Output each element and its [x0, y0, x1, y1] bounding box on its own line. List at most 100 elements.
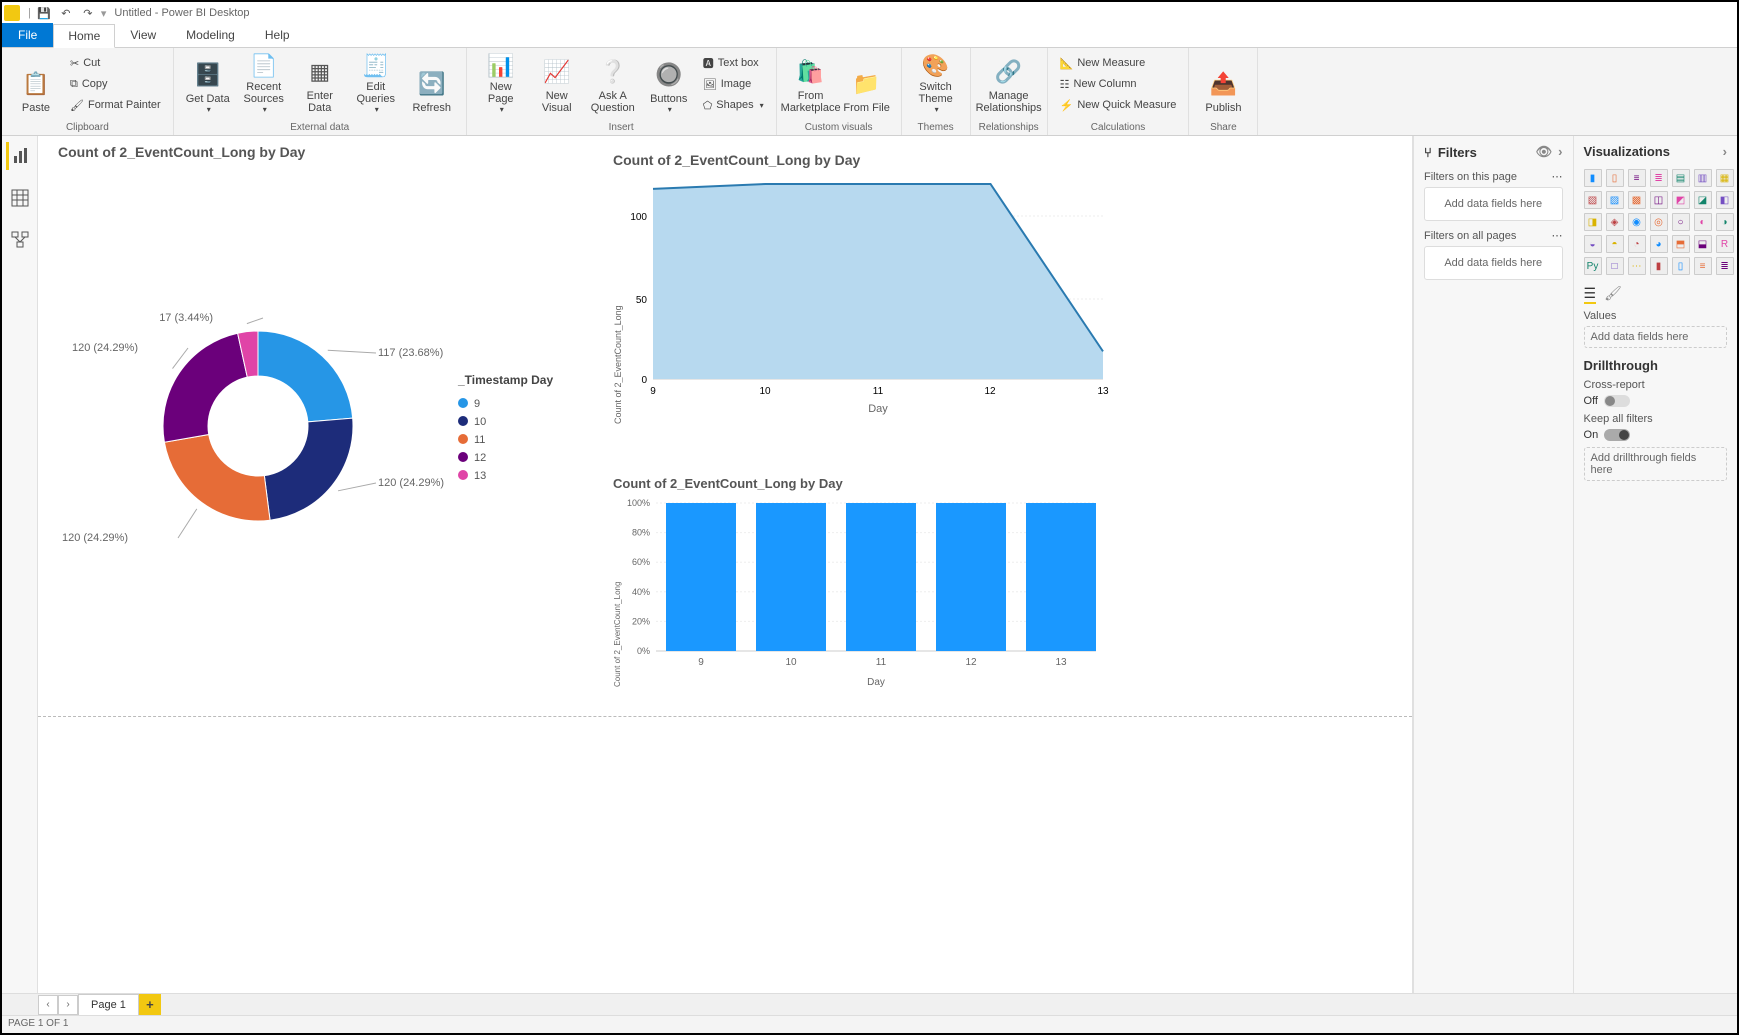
- page-prev-button[interactable]: ‹: [38, 995, 58, 1015]
- report-view-button[interactable]: [6, 142, 34, 170]
- area-chart: 0 50 100 9 10 11 12 13 Day: [623, 174, 1113, 424]
- tab-modeling[interactable]: Modeling: [171, 23, 250, 47]
- format-painter-button[interactable]: 🖌Format Painter: [66, 95, 165, 115]
- new-measure-button[interactable]: 📐New Measure: [1056, 53, 1181, 73]
- viz-type-4[interactable]: ▤: [1672, 169, 1690, 187]
- viz-type-0[interactable]: ▮: [1584, 169, 1602, 187]
- tab-help[interactable]: Help: [250, 23, 305, 47]
- viz-type-29[interactable]: □: [1606, 257, 1624, 275]
- fields-tab-icon[interactable]: ☰: [1584, 285, 1597, 304]
- viz-type-17[interactable]: ◎: [1650, 213, 1668, 231]
- filters-drop-this-page[interactable]: Add data fields here: [1424, 187, 1563, 221]
- ask-question-button[interactable]: ❔Ask A Question: [587, 52, 639, 116]
- viz-type-23[interactable]: ◔: [1628, 235, 1646, 253]
- viz-type-13[interactable]: ◧: [1716, 191, 1734, 209]
- refresh-icon: 🔄: [416, 68, 448, 100]
- area-visual[interactable]: Count of 2_EventCount_Long by Day Count …: [613, 152, 1123, 452]
- viz-type-8[interactable]: ▨: [1606, 191, 1624, 209]
- collapse-icon[interactable]: ›: [1723, 144, 1727, 159]
- shapes-button[interactable]: ⬠Shapes: [699, 95, 768, 115]
- viz-type-19[interactable]: ◐: [1694, 213, 1712, 231]
- new-visual-button[interactable]: 📈New Visual: [531, 52, 583, 116]
- manage-relationships-button[interactable]: 🔗Manage Relationships: [983, 52, 1035, 116]
- viz-type-11[interactable]: ◩: [1672, 191, 1690, 209]
- viz-type-33[interactable]: ≡: [1694, 257, 1712, 275]
- filters-drop-all-pages[interactable]: Add data fields here: [1424, 246, 1563, 280]
- viz-type-3[interactable]: ≣: [1650, 169, 1668, 187]
- recent-sources-button[interactable]: 📄Recent Sources: [238, 52, 290, 116]
- more-icon[interactable]: ⋯: [1552, 229, 1563, 242]
- viz-type-1[interactable]: ▯: [1606, 169, 1624, 187]
- group-label-custom: Custom visuals: [805, 122, 873, 135]
- viz-type-22[interactable]: ◓: [1606, 235, 1624, 253]
- format-tab-icon[interactable]: 🖌: [1604, 285, 1622, 304]
- from-marketplace-button[interactable]: 🛍️From Marketplace: [785, 52, 837, 116]
- cross-report-toggle[interactable]: [1604, 395, 1630, 407]
- viz-type-18[interactable]: ○: [1672, 213, 1690, 231]
- new-quick-measure-button[interactable]: ⚡New Quick Measure: [1056, 95, 1181, 115]
- viz-type-2[interactable]: ≡: [1628, 169, 1646, 187]
- new-page-button[interactable]: 📊New Page: [475, 52, 527, 116]
- cross-report-label: Cross-report: [1584, 379, 1727, 391]
- viz-type-26[interactable]: ⬓: [1694, 235, 1712, 253]
- viz-type-12[interactable]: ◪: [1694, 191, 1712, 209]
- report-canvas[interactable]: Count of 2_EventCount_Long by Day 117 (2…: [38, 136, 1412, 993]
- values-drop[interactable]: Add data fields here: [1584, 326, 1727, 348]
- save-icon[interactable]: 💾: [35, 4, 53, 22]
- image-button[interactable]: 🖼Image: [699, 74, 768, 94]
- viz-type-6[interactable]: ▦: [1716, 169, 1734, 187]
- svg-text:13: 13: [1055, 657, 1067, 668]
- viz-type-30[interactable]: ⋯: [1628, 257, 1646, 275]
- tab-home[interactable]: Home: [53, 24, 115, 48]
- page-next-button[interactable]: ›: [58, 995, 78, 1015]
- svg-text:13: 13: [1097, 386, 1109, 397]
- redo-icon[interactable]: ↷: [79, 4, 97, 22]
- text-box-button[interactable]: 🅰Text box: [699, 53, 768, 73]
- viz-type-28[interactable]: Py: [1584, 257, 1602, 275]
- viz-type-10[interactable]: ◫: [1650, 191, 1668, 209]
- drillthrough-drop[interactable]: Add drillthrough fields here: [1584, 447, 1727, 481]
- viz-type-24[interactable]: ◕: [1650, 235, 1668, 253]
- cut-button[interactable]: ✂Cut: [66, 53, 165, 73]
- keep-filters-toggle[interactable]: [1604, 429, 1630, 441]
- viz-type-15[interactable]: ◈: [1606, 213, 1624, 231]
- get-data-button[interactable]: 🗄️Get Data: [182, 52, 234, 116]
- viz-type-7[interactable]: ▧: [1584, 191, 1602, 209]
- data-view-button[interactable]: [6, 184, 34, 212]
- copy-button[interactable]: ⧉Copy: [66, 74, 165, 94]
- page-tab-1[interactable]: Page 1: [78, 994, 139, 1016]
- filters-all-pages-label: Filters on all pages: [1424, 230, 1516, 242]
- edit-queries-button[interactable]: 🧾Edit Queries: [350, 52, 402, 116]
- viz-type-31[interactable]: ▮: [1650, 257, 1668, 275]
- viz-type-34[interactable]: ≣: [1716, 257, 1734, 275]
- viz-type-14[interactable]: ◨: [1584, 213, 1602, 231]
- group-label-themes: Themes: [918, 122, 954, 135]
- cut-icon: ✂: [70, 57, 79, 70]
- viz-type-21[interactable]: ◒: [1584, 235, 1602, 253]
- viz-type-9[interactable]: ▩: [1628, 191, 1646, 209]
- undo-icon[interactable]: ↶: [57, 4, 75, 22]
- refresh-button[interactable]: 🔄Refresh: [406, 52, 458, 116]
- paste-button[interactable]: 📋Paste: [10, 52, 62, 116]
- from-file-button[interactable]: 📁From File: [841, 52, 893, 116]
- publish-button[interactable]: 📤Publish: [1197, 52, 1249, 116]
- new-column-button[interactable]: ☷New Column: [1056, 74, 1181, 94]
- model-view-button[interactable]: [6, 226, 34, 254]
- bar-visual[interactable]: Count of 2_EventCount_Long by Day Count …: [613, 476, 1123, 706]
- viz-type-16[interactable]: ◉: [1628, 213, 1646, 231]
- tab-file[interactable]: File: [2, 23, 53, 47]
- switch-theme-button[interactable]: 🎨Switch Theme: [910, 52, 962, 116]
- more-icon[interactable]: ⋯: [1552, 170, 1563, 183]
- viz-type-20[interactable]: ◑: [1716, 213, 1734, 231]
- add-page-button[interactable]: +: [139, 994, 161, 1016]
- tab-view[interactable]: View: [115, 23, 171, 47]
- visibility-icon[interactable]: 👁: [1536, 144, 1553, 160]
- viz-type-5[interactable]: ▥: [1694, 169, 1712, 187]
- buttons-button[interactable]: 🔘Buttons: [643, 52, 695, 116]
- collapse-icon[interactable]: ›: [1558, 144, 1562, 160]
- viz-type-27[interactable]: R: [1716, 235, 1734, 253]
- viz-type-25[interactable]: ⬒: [1672, 235, 1690, 253]
- viz-type-32[interactable]: ▯: [1672, 257, 1690, 275]
- enter-data-button[interactable]: ▦Enter Data: [294, 52, 346, 116]
- donut-visual[interactable]: Count of 2_EventCount_Long by Day 117 (2…: [58, 144, 598, 604]
